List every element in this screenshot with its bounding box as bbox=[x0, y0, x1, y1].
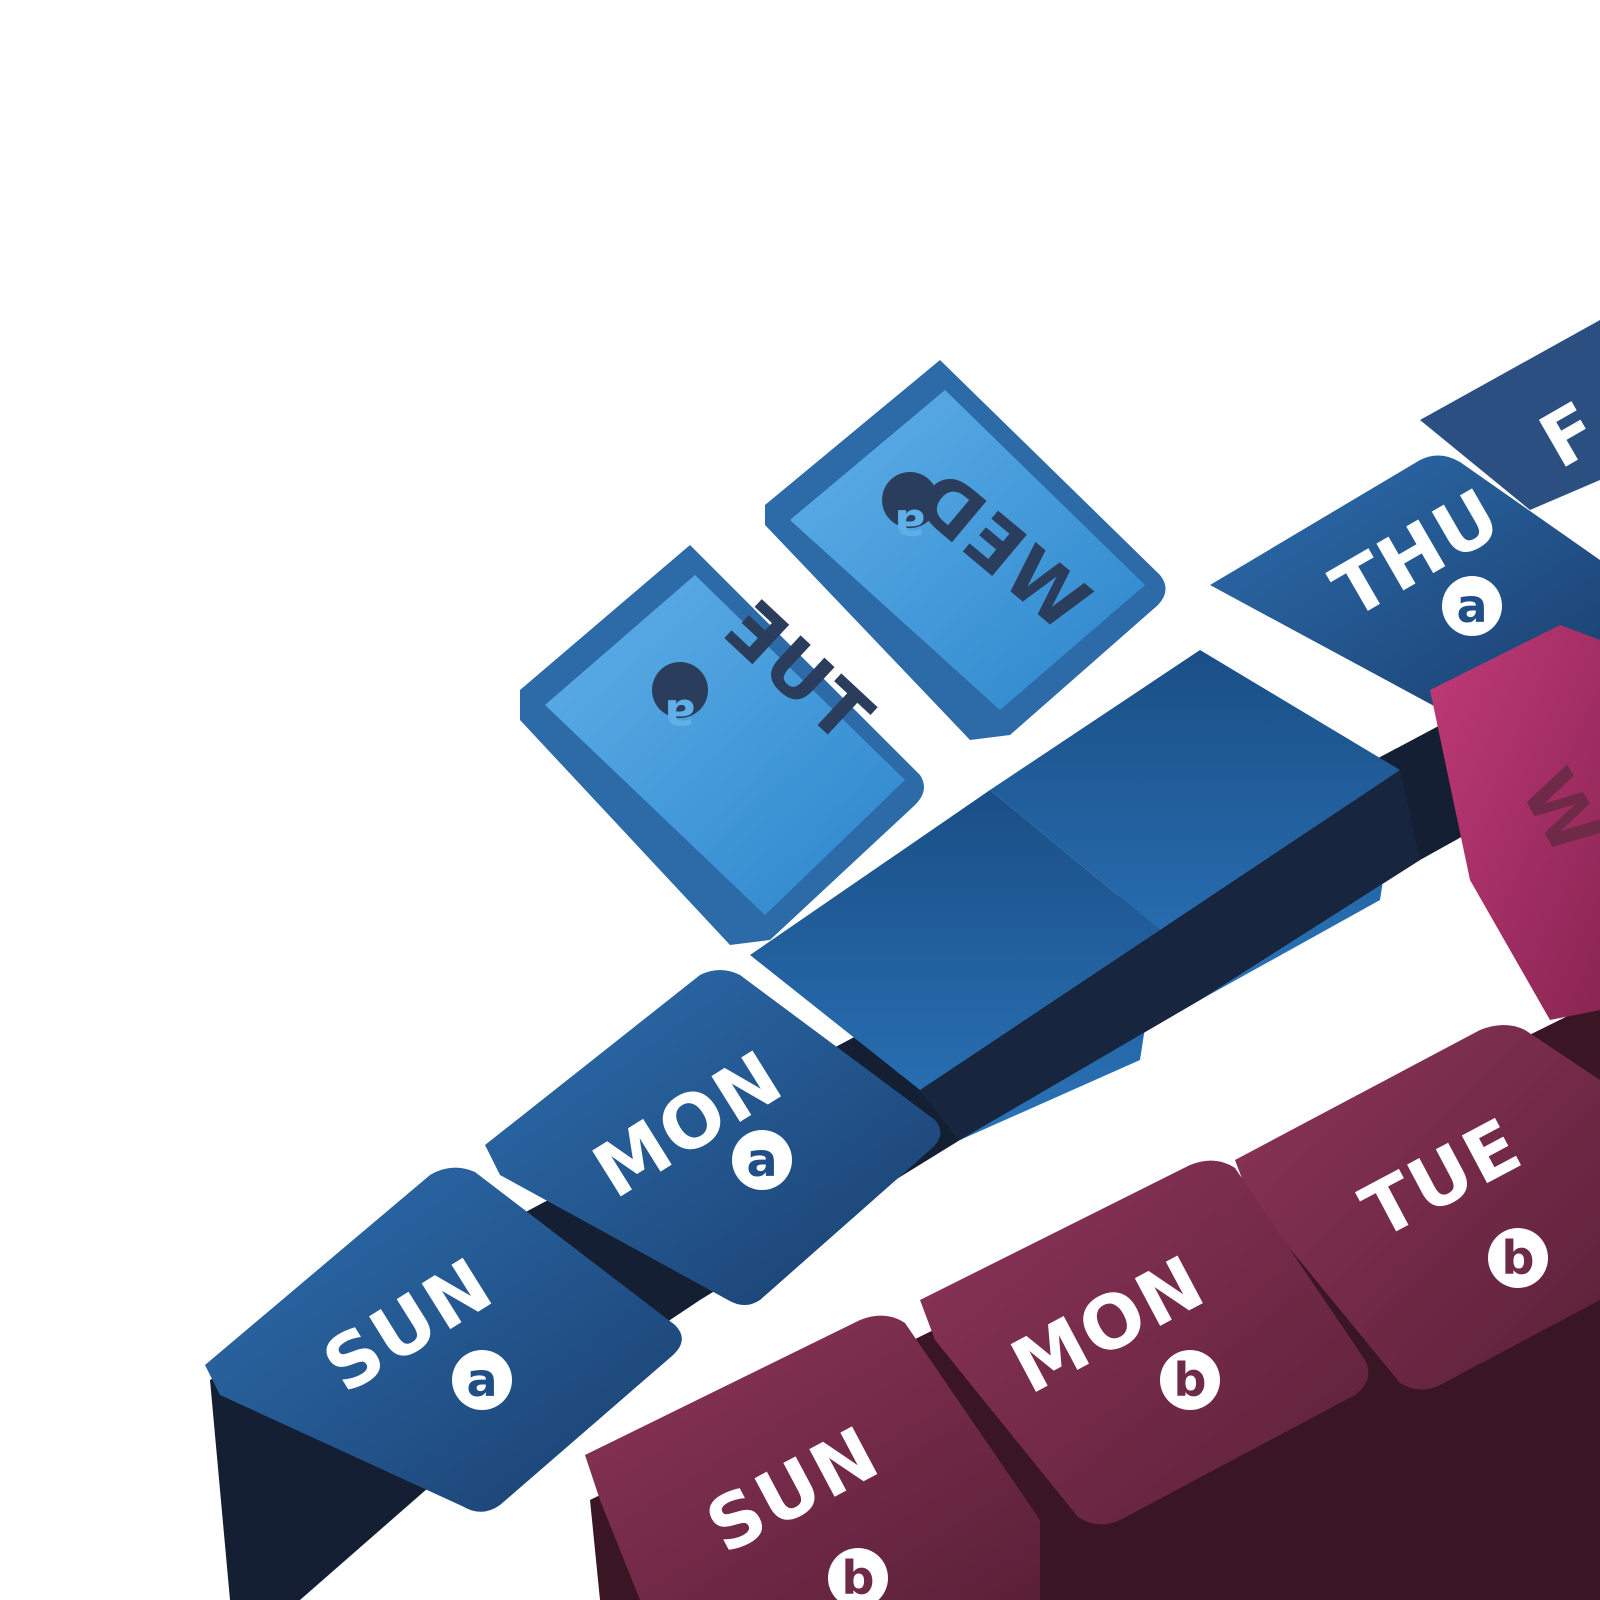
slot-badge-mon-label: a bbox=[746, 1133, 777, 1187]
slot-badge-sun-label: a bbox=[466, 1353, 497, 1407]
plum-slot-badge-mon-label: b bbox=[1174, 1353, 1207, 1407]
blue-lid-tue-badge-label: a bbox=[664, 689, 695, 743]
slot-badge-thu-label: a bbox=[1456, 579, 1487, 633]
pill-organizer-photo: F THU a TUE a WED a MON a SUN a W TUE b … bbox=[205, 320, 1600, 1600]
plum-slot-badge-tue-label: b bbox=[1502, 1231, 1535, 1285]
plum-slot-badge-sun-label: b bbox=[842, 1551, 875, 1600]
blue-lid-wed-badge-label: a bbox=[894, 499, 925, 553]
